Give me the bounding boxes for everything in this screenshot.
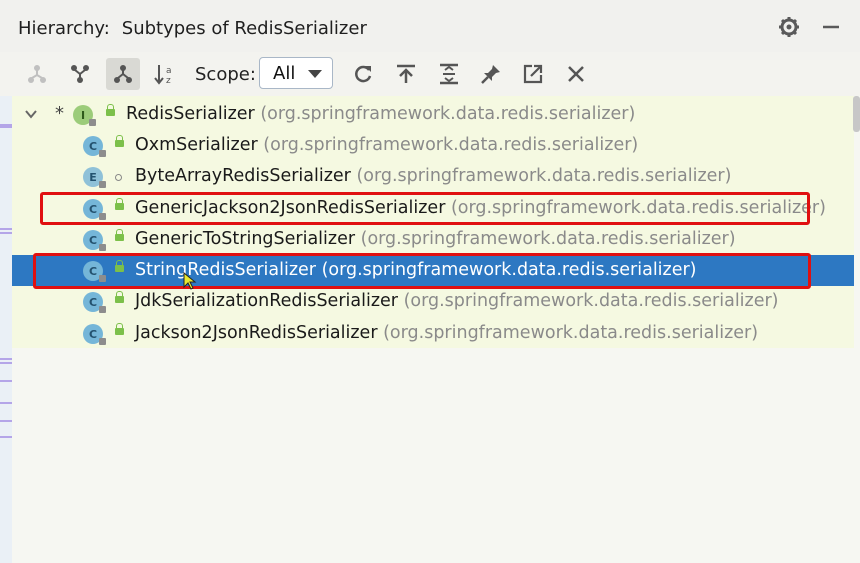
- scope-label: Scope:: [195, 64, 256, 85]
- class-icon: C: [83, 324, 106, 345]
- tree-row[interactable]: C Jackson2JsonRedisSerializer (org.sprin…: [12, 318, 854, 349]
- chevron-down-icon: [308, 70, 322, 78]
- class-name-label: OxmSerializer (org.springframework.data.…: [135, 135, 638, 155]
- mouse-cursor-icon: [183, 272, 197, 290]
- package-private-icon: [115, 174, 122, 181]
- tree-row[interactable]: C OxmSerializer (org.springframework.dat…: [12, 130, 854, 161]
- type-hierarchy-icon[interactable]: [63, 58, 97, 90]
- public-lock-icon: [115, 291, 124, 303]
- class-name: OxmSerializer: [135, 135, 258, 155]
- subtypes-hierarchy-icon[interactable]: [106, 58, 140, 90]
- class-name: GenericToStringSerializer: [135, 229, 356, 249]
- public-lock-icon: [115, 323, 124, 335]
- package-name: (org.springframework.data.redis.serializ…: [403, 291, 779, 311]
- refresh-icon[interactable]: [346, 58, 380, 90]
- tree-row[interactable]: C GenericToStringSerializer (org.springf…: [12, 224, 854, 255]
- public-lock-icon: [115, 135, 124, 147]
- toolbar: az Scope:: [0, 52, 860, 96]
- interface-icon: I: [73, 105, 96, 126]
- tree-row[interactable]: C JdkSerializationRedisSerializer (org.s…: [12, 286, 854, 317]
- left-gutter: [0, 96, 12, 563]
- hierarchy-header: Hierarchy: Subtypes of RedisSerializer: [0, 0, 860, 52]
- package-name: (org.springframework.data.redis.serializ…: [356, 166, 732, 186]
- highlight-box: [33, 253, 811, 289]
- class-name-label: GenericToStringSerializer (org.springfra…: [135, 229, 736, 249]
- supertypes-hierarchy-icon[interactable]: [20, 58, 54, 90]
- root-star: *: [55, 103, 64, 124]
- panel-title-label: Hierarchy:: [18, 18, 110, 39]
- class-name: ByteArrayRedisSerializer: [135, 166, 351, 186]
- class-name: Jackson2JsonRedisSerializer: [135, 323, 378, 343]
- panel-title: Hierarchy: Subtypes of RedisSerializer: [18, 18, 367, 39]
- package-name: (org.springframework.data.redis.serializ…: [260, 104, 636, 124]
- sort-alphabetically-icon[interactable]: az: [149, 58, 183, 90]
- collapse-arrow-icon[interactable]: [24, 108, 38, 120]
- class-name-label: Jackson2JsonRedisSerializer (org.springf…: [135, 323, 758, 343]
- pin-icon[interactable]: [474, 58, 508, 90]
- scroll-to-source-icon[interactable]: [389, 58, 423, 90]
- package-name: (org.springframework.data.redis.serializ…: [383, 323, 759, 343]
- minimize-icon[interactable]: [818, 14, 844, 40]
- public-lock-icon: [115, 229, 124, 241]
- class-name: RedisSerializer: [126, 104, 255, 124]
- gear-icon[interactable]: [776, 14, 802, 40]
- tree-row[interactable]: E ByteArrayRedisSerializer (org.springfr…: [12, 161, 854, 192]
- class-icon: C: [83, 230, 106, 251]
- panel-title-text: Subtypes of RedisSerializer: [121, 18, 367, 39]
- svg-text:z: z: [166, 76, 171, 85]
- class-name-label: RedisSerializer (org.springframework.dat…: [126, 104, 635, 124]
- scrollbar[interactable]: [853, 96, 860, 132]
- scope-value: All: [273, 63, 296, 84]
- highlight-box: [40, 192, 810, 225]
- tree-root-row[interactable]: * I RedisSerializer (org.springframework…: [12, 99, 854, 130]
- class-icon: C: [83, 136, 106, 157]
- class-name-label: ByteArrayRedisSerializer (org.springfram…: [135, 166, 731, 186]
- svg-text:a: a: [166, 66, 172, 76]
- public-lock-icon: [106, 104, 115, 116]
- close-icon[interactable]: [559, 58, 593, 90]
- class-name-label: JdkSerializationRedisSerializer (org.spr…: [135, 291, 779, 311]
- package-name: (org.springframework.data.redis.serializ…: [263, 135, 639, 155]
- enum-icon: E: [83, 167, 106, 188]
- scope-select[interactable]: All: [259, 57, 333, 89]
- package-name: (org.springframework.data.redis.serializ…: [360, 229, 736, 249]
- class-name: JdkSerializationRedisSerializer: [135, 291, 398, 311]
- expand-all-icon[interactable]: [432, 58, 466, 90]
- export-icon[interactable]: [516, 58, 550, 90]
- class-icon: C: [83, 292, 106, 313]
